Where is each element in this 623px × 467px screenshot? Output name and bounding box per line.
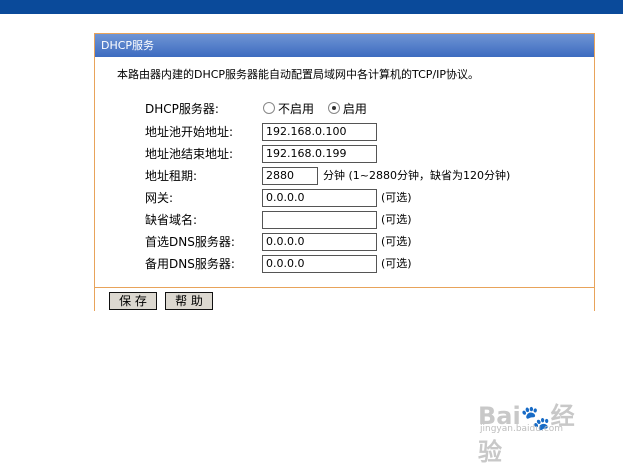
start-address-label: 地址池开始地址: (145, 125, 234, 139)
radio-disable-label: 不启用 (278, 102, 315, 116)
start-address-input[interactable]: 192.168.0.100 (262, 123, 377, 141)
radio-enable-icon[interactable] (327, 102, 340, 114)
save-button[interactable]: 保 存 (109, 292, 157, 310)
end-address-input[interactable]: 192.168.0.199 (262, 145, 377, 163)
secondary-dns-label: 备用DNS服务器: (145, 257, 235, 271)
gateway-label: 网关: (145, 191, 174, 205)
panel-description: 本路由器内建的DHCP服务器能自动配置局域网中各计算机的TCP/IP协议。 (117, 68, 480, 81)
radio-enable-option[interactable]: 启用 (327, 102, 367, 116)
gateway-input[interactable]: 0.0.0.0 (262, 189, 377, 207)
lease-time-input[interactable]: 2880 (262, 167, 318, 185)
domain-optional-note: (可选) (381, 213, 412, 226)
domain-label: 缺省域名: (145, 213, 198, 227)
end-address-label: 地址池结束地址: (145, 147, 234, 161)
lease-time-note: 分钟 (1~2880分钟，缺省为120分钟) (323, 169, 511, 182)
secondary-dns-input[interactable]: 0.0.0.0 (262, 255, 377, 273)
radio-enable-label: 启用 (342, 102, 367, 116)
dhcp-server-radio-group: 不启用 启用 (263, 99, 377, 119)
primary-dns-label: 首选DNS服务器: (145, 235, 235, 249)
gateway-optional-note: (可选) (381, 191, 412, 204)
domain-input[interactable] (262, 211, 377, 229)
button-bar: 保 存 帮 助 (95, 287, 594, 311)
dhcp-server-label: DHCP服务器: (145, 102, 219, 116)
secondary-dns-optional-note: (可选) (381, 257, 412, 270)
panel-title: DHCP服务 (95, 34, 594, 57)
primary-dns-optional-note: (可选) (381, 235, 412, 248)
primary-dns-input[interactable]: 0.0.0.0 (262, 233, 377, 251)
baidu-jingyan-watermark: Bai🐾经验 jingyan.baidu.com (478, 396, 588, 466)
top-banner (0, 0, 623, 14)
help-button[interactable]: 帮 助 (165, 292, 213, 310)
lease-time-label: 地址租期: (145, 169, 198, 183)
radio-disable-option[interactable]: 不启用 (263, 102, 318, 116)
watermark-url: jingyan.baidu.com (480, 424, 564, 434)
dhcp-settings-panel: DHCP服务 本路由器内建的DHCP服务器能自动配置局域网中各计算机的TCP/I… (94, 33, 595, 311)
radio-disable-icon[interactable] (263, 102, 275, 114)
